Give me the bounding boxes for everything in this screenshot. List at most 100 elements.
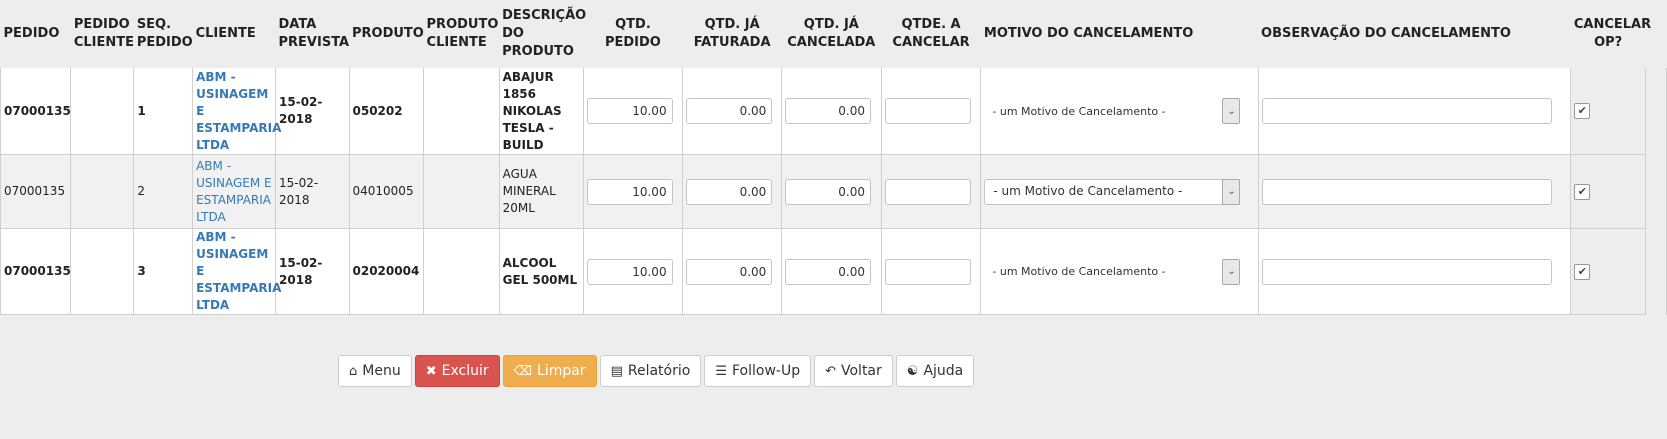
cell-qtd-faturada <box>682 228 782 315</box>
cancelar-op-checkbox[interactable]: ✔ <box>1574 183 1591 200</box>
cell-pedido-cliente <box>70 68 135 155</box>
header-pedido-cliente[interactable]: PEDIDO CLIENTE <box>70 0 134 68</box>
observacao-input[interactable] <box>1261 178 1552 205</box>
motivo-select[interactable]: - um Motivo de Cancelamento - ⌄ <box>984 258 1241 285</box>
limpar-button-label: Limpar <box>537 363 586 379</box>
header-pedido[interactable]: PEDIDO <box>0 0 71 68</box>
cell-qtd-cancelada <box>781 154 882 229</box>
menu-button[interactable]: ⌂ Menu <box>338 355 412 387</box>
qtde-cancelar-input[interactable] <box>884 178 971 205</box>
cell-cliente-link[interactable]: ABM - USINAGEM E ESTAMPARIA LTDA <box>192 154 277 229</box>
observacao-input[interactable] <box>1261 98 1552 124</box>
cancelar-op-checkbox[interactable]: ✔ <box>1574 103 1591 119</box>
header-spacer <box>1645 0 1667 68</box>
cell-pedido: 07000135 <box>0 228 72 315</box>
list-alt-icon: ▤ <box>610 363 623 379</box>
qtde-cancelar-input[interactable] <box>884 98 971 124</box>
cell-produto: 050202 <box>349 68 425 155</box>
undo-icon: ↶ <box>825 363 836 379</box>
cell-motivo: - um Motivo de Cancelamento - ⌄ <box>980 228 1259 315</box>
cell-qtd-cancelada <box>781 228 882 315</box>
check-icon: ✔ <box>1577 184 1587 198</box>
header-produto-cliente[interactable]: PRODUTO CLIENTE <box>423 0 500 68</box>
header-cancelar-op[interactable]: CANCELAR OP? <box>1570 0 1651 68</box>
qtd-cancelada-input[interactable] <box>784 178 871 205</box>
qtd-cancelada-input[interactable] <box>784 258 871 285</box>
cell-qtde-cancelar <box>881 68 982 155</box>
qtd-pedido-input[interactable] <box>586 258 673 285</box>
header-cliente[interactable]: CLIENTE <box>192 0 276 68</box>
motivo-select[interactable]: - um Motivo de Cancelamento - ⌄ <box>984 98 1241 124</box>
header-descricao[interactable]: DESCRIÇÃO DO PRODUTO <box>499 0 586 68</box>
table-row[interactable]: 07000135 3 ABM - USINAGEM E ESTAMPARIA L… <box>0 228 1667 315</box>
header-data-prevista[interactable]: DATA PREVISTA <box>275 0 349 68</box>
action-toolbar: ⌂ Menu ✖ Excluir ⌫ Limpar ▤ Relatório ☰ … <box>338 355 975 387</box>
cell-data-prevista: 15-02-2018 <box>275 154 350 229</box>
cell-motivo: - um Motivo de Cancelamento - ⌄ <box>980 68 1259 155</box>
cell-descricao: ALCOOL GEL 500ML <box>499 228 584 315</box>
header-qtd-cancelada[interactable]: QTD. JÁ CANCELADA <box>781 0 882 68</box>
times-icon: ✖ <box>425 363 437 379</box>
ajuda-button[interactable]: ☯ Ajuda <box>895 355 975 387</box>
pedidos-table: PEDIDO PEDIDO CLIENTE SEQ. PEDIDO CLIENT… <box>0 0 1667 315</box>
cancelar-op-checkbox[interactable]: ✔ <box>1574 263 1591 280</box>
header-qtd-faturada[interactable]: QTD. JÁ FATURADA <box>682 0 782 68</box>
cell-observacao <box>1258 68 1572 155</box>
cell-cliente-link[interactable]: ABM - USINAGEM E ESTAMPARIA LTDA <box>192 68 281 155</box>
cell-produto: 02020004 <box>349 228 425 315</box>
excluir-button[interactable]: ✖ Excluir <box>414 355 500 387</box>
cell-motivo: - um Motivo de Cancelamento - ⌄ <box>980 154 1259 229</box>
cell-qtd-faturada <box>682 68 782 155</box>
cell-cancelar-op: ✔ <box>1570 228 1646 315</box>
followup-button[interactable]: ☰ Follow-Up <box>704 355 812 387</box>
header-seq-pedido[interactable]: SEQ. PEDIDO <box>133 0 193 68</box>
check-icon: ✔ <box>1577 264 1587 278</box>
qtd-pedido-input[interactable] <box>586 178 673 205</box>
qtd-pedido-input[interactable] <box>586 98 673 124</box>
header-produto[interactable]: PRODUTO <box>349 0 424 68</box>
qtd-cancelada-input[interactable] <box>784 98 871 124</box>
cell-produto: 04010005 <box>349 154 425 229</box>
eraser-icon: ⌫ <box>513 363 533 379</box>
motivo-select[interactable]: - um Motivo de Cancelamento - ⌄ <box>984 178 1241 205</box>
home-icon: ⌂ <box>349 363 358 379</box>
header-qtd-pedido[interactable]: QTD. PEDIDO <box>583 0 683 68</box>
menu-button-label: Menu <box>362 363 401 379</box>
list-icon: ☰ <box>715 363 727 379</box>
cell-qtd-cancelada <box>781 68 882 155</box>
motivo-select-value: - um Motivo de Cancelamento - <box>992 265 1166 278</box>
cell-cliente-link[interactable]: ABM - USINAGEM E ESTAMPARIA LTDA <box>192 228 281 315</box>
cell-seq: 1 <box>133 68 194 155</box>
cell-cancelar-op: ✔ <box>1570 68 1646 155</box>
qtd-faturada-input[interactable] <box>686 98 773 124</box>
cancelamento-grid: PEDIDO PEDIDO CLIENTE SEQ. PEDIDO CLIENT… <box>0 0 1667 315</box>
relatorio-button[interactable]: ▤ Relatório <box>599 355 702 387</box>
cell-data-prevista: 15-02-2018 <box>275 68 350 155</box>
header-motivo[interactable]: MOTIVO DO CANCELAMENTO <box>980 0 1259 68</box>
chevron-down-icon[interactable]: ⌄ <box>1222 258 1241 285</box>
qtde-cancelar-input[interactable] <box>884 258 971 285</box>
life-ring-icon: ☯ <box>906 363 919 379</box>
followup-button-label: Follow-Up <box>731 363 801 379</box>
table-row[interactable]: 07000135 1 ABM - USINAGEM E ESTAMPARIA L… <box>0 68 1667 155</box>
cell-qtde-cancelar <box>881 228 982 315</box>
chevron-down-icon[interactable]: ⌄ <box>1222 98 1241 124</box>
limpar-button[interactable]: ⌫ Limpar <box>502 355 597 387</box>
cell-descricao: ABAJUR 1856 NIKOLAS TESLA - BUILD <box>499 68 584 155</box>
table-row[interactable]: 07000135 2 ABM - USINAGEM E ESTAMPARIA L… <box>0 154 1667 229</box>
header-observacao[interactable]: OBSERVAÇÃO DO CANCELAMENTO <box>1258 0 1571 68</box>
voltar-button-label: Voltar <box>841 363 882 379</box>
check-icon: ✔ <box>1577 104 1587 117</box>
header-qtde-cancelar[interactable]: QTDE. A CANCELAR <box>881 0 981 68</box>
cell-seq: 3 <box>133 228 194 315</box>
cell-cancelar-op: ✔ <box>1570 154 1646 229</box>
qtd-faturada-input[interactable] <box>686 258 773 285</box>
chevron-down-icon[interactable]: ⌄ <box>1222 178 1241 205</box>
cell-pedido: 07000135 <box>0 154 72 229</box>
ajuda-button-label: Ajuda <box>923 363 964 379</box>
qtd-faturada-input[interactable] <box>686 178 773 205</box>
voltar-button[interactable]: ↶ Voltar <box>814 355 893 387</box>
cell-qtd-pedido <box>583 68 684 155</box>
cell-pedido: 07000135 <box>0 68 72 155</box>
observacao-input[interactable] <box>1261 258 1552 285</box>
